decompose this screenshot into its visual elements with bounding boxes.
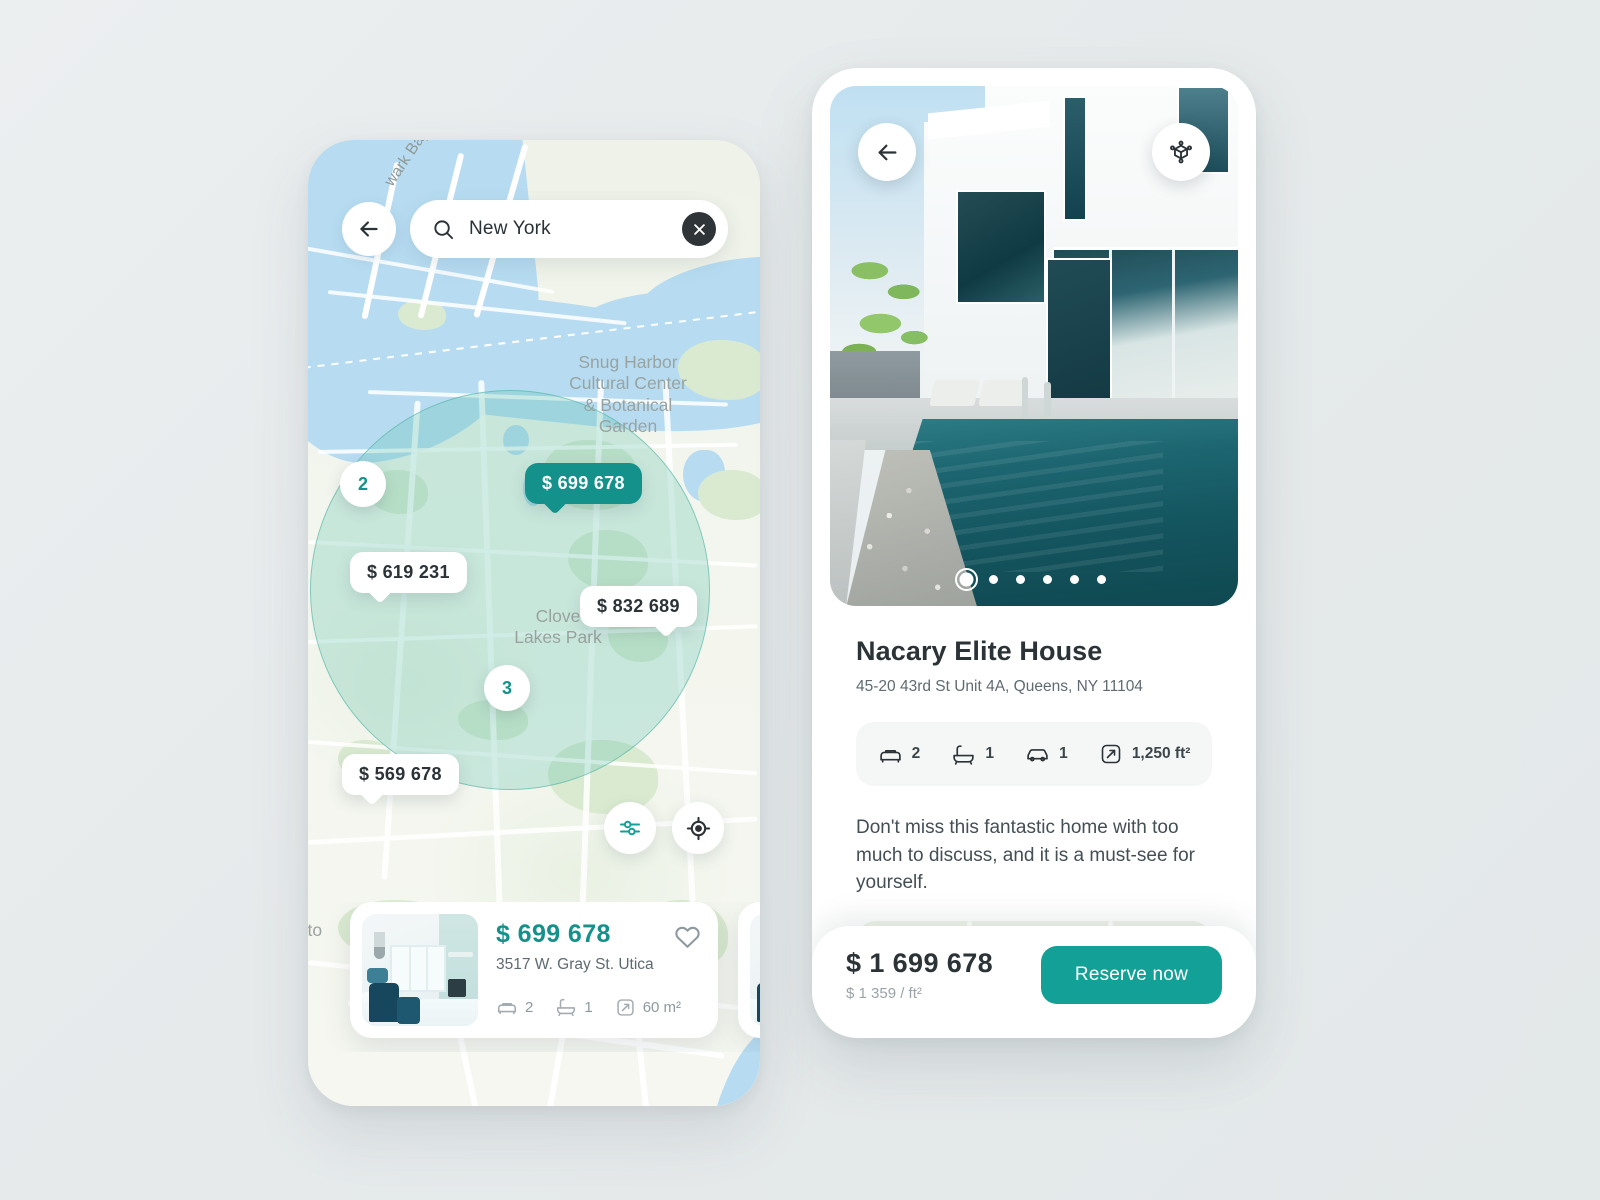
bed-icon xyxy=(879,749,901,763)
map-price-pin[interactable]: $ 569 678 xyxy=(342,754,459,795)
map-price-pin-active[interactable]: $ 699 678 xyxy=(525,463,642,504)
listing-feature-value: 60 m² xyxy=(642,998,682,1016)
car-icon xyxy=(1027,748,1048,761)
listing-favorite-button[interactable] xyxy=(673,922,702,951)
gallery-dot[interactable] xyxy=(1070,575,1079,584)
listing-card-next[interactable] xyxy=(738,902,760,1038)
gallery-dot[interactable] xyxy=(1097,575,1106,584)
map-cluster-marker[interactable]: 2 xyxy=(340,461,386,507)
listing-features: 2 1 60 m² xyxy=(496,996,681,1018)
spec-value: 2 xyxy=(911,745,921,762)
map-locate-button[interactable] xyxy=(672,802,724,854)
listing-feature-value: 1 xyxy=(584,998,593,1016)
listing-feature-bedrooms: 2 xyxy=(496,996,533,1018)
property-gallery[interactable] xyxy=(830,86,1238,606)
detail-total-price: $ 1 699 678 xyxy=(846,948,994,978)
map-controls xyxy=(604,802,724,854)
listing-thumbnail xyxy=(750,914,760,1026)
bath-icon xyxy=(953,744,975,765)
area-icon xyxy=(1101,744,1121,764)
detail-price-block: $ 1 699 678 $ 1 359 / ft² xyxy=(846,948,993,1002)
property-address: 45-20 43rd St Unit 4A, Queens, NY 11104 xyxy=(856,678,1143,695)
spec-parking: 1 xyxy=(1025,742,1068,767)
sliders-icon xyxy=(620,820,640,836)
gallery-dot[interactable] xyxy=(1016,575,1025,584)
detail-back-button[interactable] xyxy=(858,123,916,181)
property-description: Don't miss this fantastic home with too … xyxy=(856,817,1195,894)
property-spec-bar: 2 1 1 1,250 ft² xyxy=(856,722,1212,786)
gallery-dots[interactable] xyxy=(830,568,1238,591)
crosshair-icon xyxy=(686,816,710,840)
map-back-button[interactable] xyxy=(342,202,396,256)
arrow-left-icon xyxy=(878,144,896,160)
detail-footer-bar: $ 1 699 678 $ 1 359 / ft² Reserve now xyxy=(812,926,1256,1038)
cube-3d-icon xyxy=(1170,140,1192,164)
map-search-row: New York xyxy=(342,200,728,258)
reserve-now-button[interactable]: Reserve now xyxy=(1040,946,1222,1004)
listing-feature-area: 60 m² xyxy=(615,997,681,1018)
detail-screen-phone: Nacary Elite House 45-20 43rd St Unit 4A… xyxy=(812,68,1256,1038)
spec-bedrooms: 2 xyxy=(878,742,921,767)
gallery-dot-active[interactable] xyxy=(955,568,978,591)
map-filter-button[interactable] xyxy=(604,802,656,854)
search-input[interactable]: New York xyxy=(469,218,668,240)
search-clear-button[interactable] xyxy=(682,212,716,246)
bath-icon xyxy=(557,998,576,1017)
map-screen-phone: wark Bay Snug Harbor Cultural Center & B… xyxy=(308,140,760,1106)
property-title: Nacary Elite House xyxy=(856,636,1103,666)
heart-icon xyxy=(675,926,700,948)
map-cluster-marker[interactable]: 3 xyxy=(484,665,530,711)
bed-icon xyxy=(497,1003,517,1015)
arrow-left-icon xyxy=(360,221,378,237)
map-price-pin[interactable]: $ 832 689 xyxy=(580,586,697,627)
listing-feature-bathrooms: 1 xyxy=(555,996,593,1018)
map-price-pin[interactable]: $ 619 231 xyxy=(350,552,467,593)
spec-area: 1,250 ft² xyxy=(1099,742,1191,766)
close-icon xyxy=(693,223,705,235)
spec-bathrooms: 1 xyxy=(951,742,994,767)
spec-value: 1 xyxy=(1059,745,1068,762)
search-icon xyxy=(434,219,454,239)
listing-card[interactable]: $ 699 678 3517 W. Gray St. Utica 2 1 60 … xyxy=(350,902,718,1038)
detail-3d-view-button[interactable] xyxy=(1152,123,1210,181)
listing-card-rail[interactable]: $ 699 678 3517 W. Gray St. Utica 2 1 60 … xyxy=(308,902,760,1052)
gallery-dot[interactable] xyxy=(989,575,998,584)
area-icon xyxy=(617,998,634,1016)
spec-value: 1 xyxy=(985,745,994,762)
search-bar[interactable]: New York xyxy=(410,200,728,258)
spec-value: 1,250 ft² xyxy=(1131,745,1191,762)
gallery-dot[interactable] xyxy=(1043,575,1052,584)
detail-unit-price: $ 1 359 / ft² xyxy=(846,985,922,1002)
listing-thumbnail xyxy=(362,914,478,1026)
listing-address: 3517 W. Gray St. Utica xyxy=(496,956,654,973)
listing-feature-value: 2 xyxy=(525,998,534,1016)
